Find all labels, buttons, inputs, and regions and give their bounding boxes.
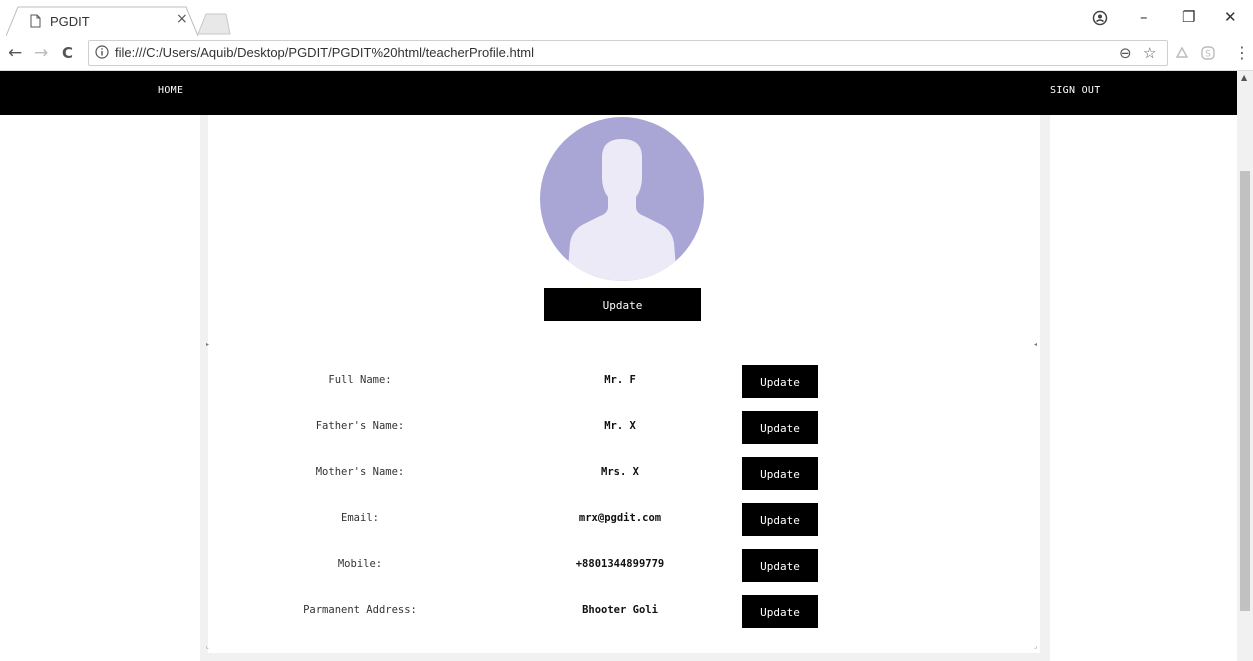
bookmark-star-icon[interactable]: ☆ bbox=[1143, 44, 1156, 62]
close-window-button[interactable]: ✕ bbox=[1224, 8, 1237, 26]
address-bar: ← → C file:///C:/Users/Aquib/Desktop/PGD… bbox=[0, 36, 1253, 71]
url-text[interactable]: file:///C:/Users/Aquib/Desktop/PGDIT/PGD… bbox=[115, 45, 534, 60]
tab-title: PGDIT bbox=[50, 14, 90, 29]
address-label: Parmanent Address: bbox=[303, 604, 417, 616]
scrollbar-thumb[interactable] bbox=[1240, 171, 1250, 611]
document-icon bbox=[30, 14, 41, 28]
extension-icon[interactable] bbox=[1174, 45, 1190, 61]
mobile-value: +8801344899779 bbox=[575, 558, 665, 570]
profile-card-body: Update ▸ ◂ Full Name: Mr. F Update Fathe… bbox=[206, 115, 1040, 653]
bottom-right-marker: ⌟ bbox=[1034, 643, 1037, 650]
left-marker: ▸ bbox=[206, 341, 210, 348]
zoom-icon[interactable]: ⊖ bbox=[1119, 44, 1132, 62]
skype-extension-icon[interactable]: S bbox=[1200, 45, 1216, 61]
full-name-label: Full Name: bbox=[328, 374, 392, 386]
new-tab-button[interactable] bbox=[196, 12, 232, 36]
update-address-button[interactable]: Update bbox=[742, 595, 818, 628]
nav-home-link[interactable]: HOME bbox=[158, 85, 183, 96]
profile-icon[interactable] bbox=[1092, 10, 1108, 26]
update-photo-button[interactable]: Update bbox=[544, 288, 701, 321]
profile-card: Update ▸ ◂ Full Name: Mr. F Update Fathe… bbox=[200, 115, 1050, 661]
browser-menu-icon[interactable]: ⋮ bbox=[1234, 43, 1250, 63]
scroll-up-arrow-icon[interactable]: ▲ bbox=[1241, 73, 1247, 82]
restore-button[interactable]: ❐ bbox=[1182, 8, 1195, 26]
url-omnibox[interactable]: file:///C:/Users/Aquib/Desktop/PGDIT/PGD… bbox=[88, 40, 1168, 66]
browser-tab[interactable]: PGDIT × bbox=[6, 6, 199, 36]
bottom-left-marker: ⌞ bbox=[206, 643, 209, 650]
svg-text:S: S bbox=[1205, 50, 1211, 60]
father-name-label: Father's Name: bbox=[315, 420, 405, 432]
back-button[interactable]: ← bbox=[8, 43, 22, 63]
forward-button[interactable]: → bbox=[34, 43, 48, 63]
mother-name-label: Mother's Name: bbox=[315, 466, 405, 478]
vertical-scrollbar[interactable]: ▲ bbox=[1237, 71, 1253, 661]
update-mother-name-button[interactable]: Update bbox=[742, 457, 818, 490]
email-label: Email: bbox=[341, 512, 379, 524]
update-email-button[interactable]: Update bbox=[742, 503, 818, 536]
tab-close-icon[interactable]: × bbox=[176, 11, 188, 27]
info-icon[interactable] bbox=[95, 45, 109, 59]
top-navbar: HOME SIGN OUT bbox=[0, 71, 1237, 115]
update-father-name-button[interactable]: Update bbox=[742, 411, 818, 444]
mother-name-value: Mrs. X bbox=[601, 466, 639, 478]
update-full-name-button[interactable]: Update bbox=[742, 365, 818, 398]
address-value: Bhooter Goli bbox=[582, 604, 658, 616]
avatar bbox=[540, 117, 704, 281]
email-value: mrx@pgdit.com bbox=[578, 512, 662, 524]
page-viewport: HOME SIGN OUT Update ▸ ◂ Full Name: Mr. … bbox=[0, 71, 1237, 661]
minimize-button[interactable]: – bbox=[1140, 8, 1148, 26]
reload-button[interactable]: C bbox=[62, 43, 73, 63]
mobile-label: Mobile: bbox=[337, 558, 383, 570]
father-name-value: Mr. X bbox=[604, 420, 636, 432]
full-name-value: Mr. F bbox=[604, 374, 636, 386]
browser-tab-bar: PGDIT × – ❐ ✕ bbox=[0, 0, 1253, 36]
right-marker: ◂ bbox=[1034, 341, 1038, 348]
user-silhouette-icon bbox=[567, 139, 677, 281]
update-mobile-button[interactable]: Update bbox=[742, 549, 818, 582]
nav-signout-link[interactable]: SIGN OUT bbox=[1050, 85, 1101, 96]
